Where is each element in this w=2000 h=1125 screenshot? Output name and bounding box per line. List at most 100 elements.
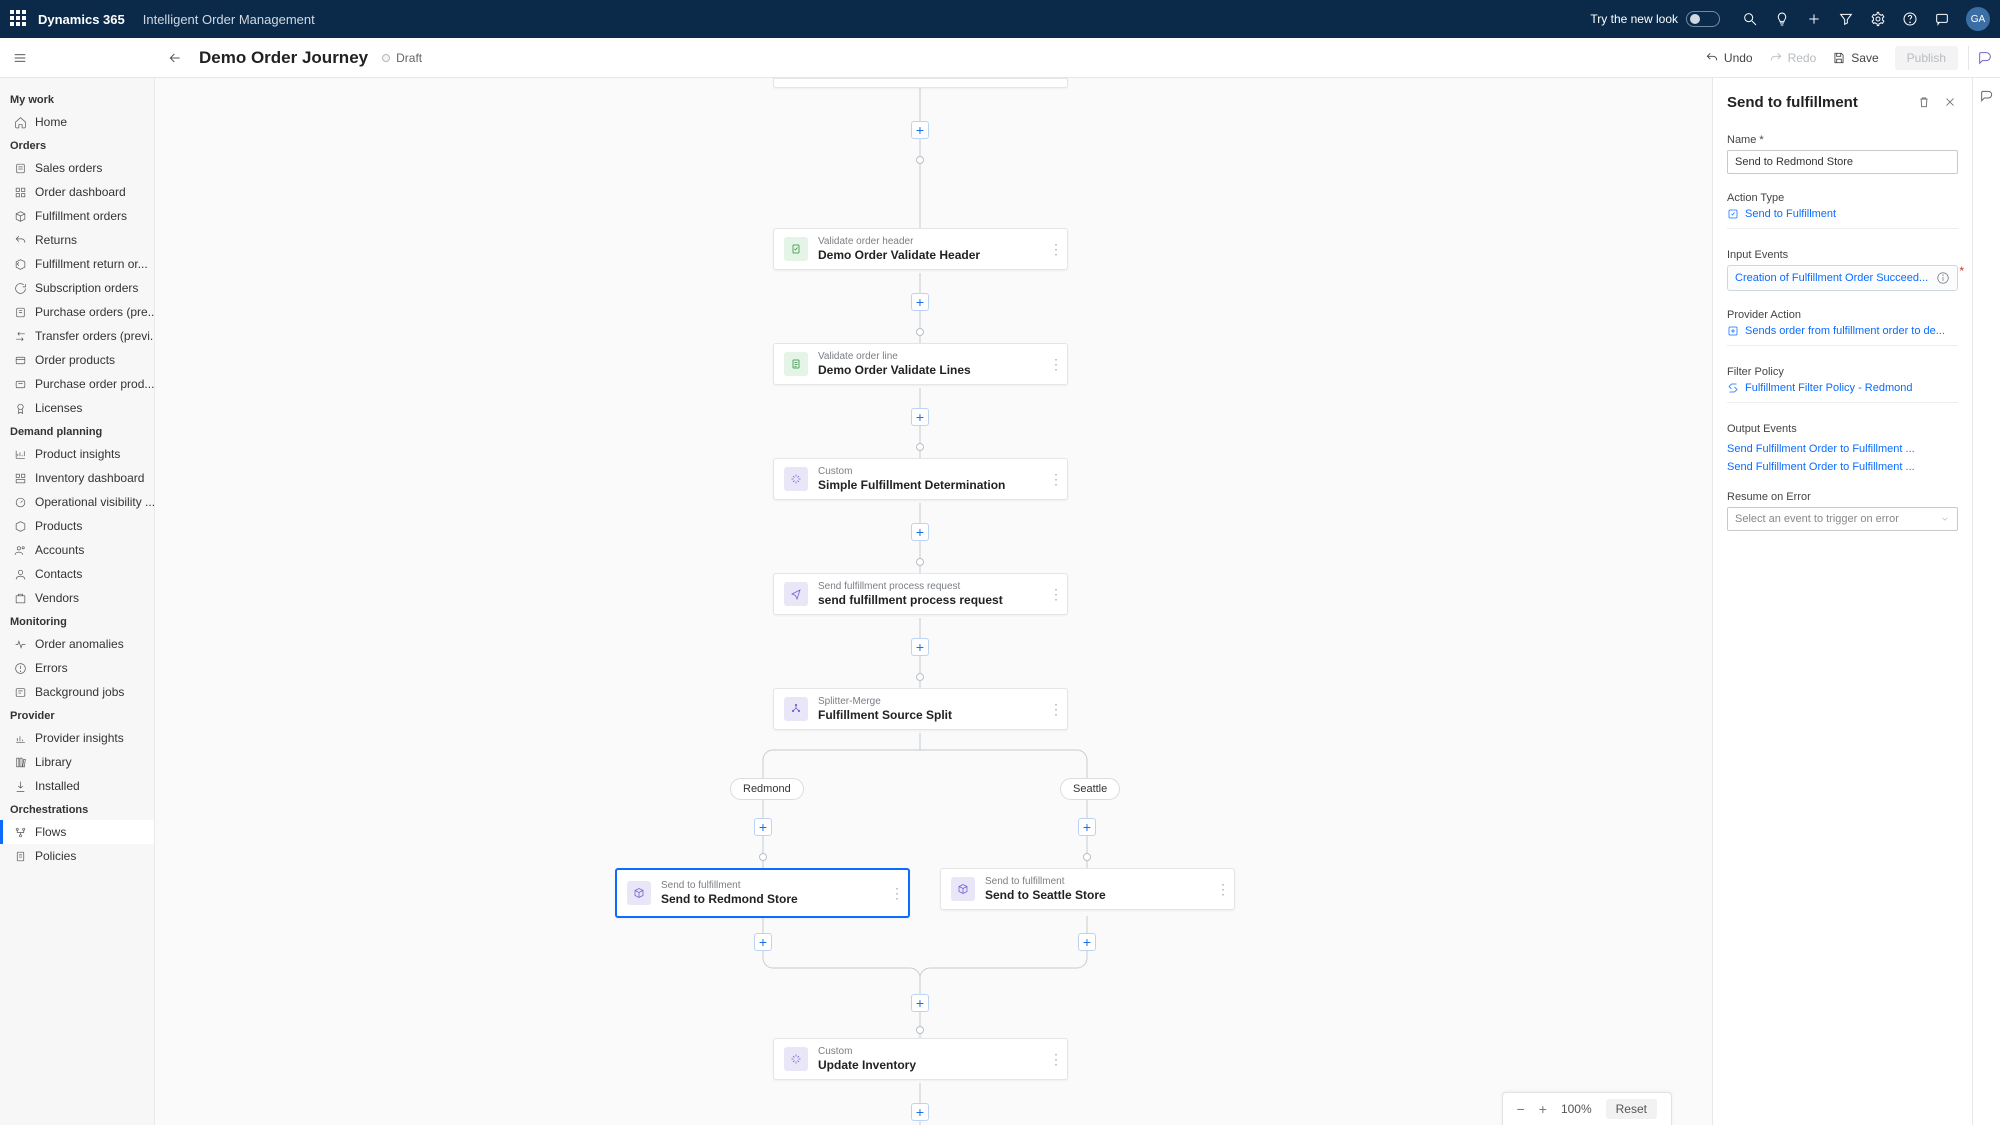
nav-item-order-dashboard[interactable]: Order dashboard [0,180,154,204]
nav-item-home[interactable]: Home [0,110,154,134]
nav-label: Flows [35,825,66,839]
nav-item-fulfillment-return[interactable]: Fulfillment return or... [0,252,154,276]
add-step-icon[interactable]: + [911,408,929,426]
connector-port-icon[interactable] [916,1026,924,1034]
add-step-icon[interactable]: + [911,121,929,139]
copilot-edge-icon[interactable] [1972,78,2000,1125]
nav-item-library[interactable]: Library [0,750,154,774]
flow-node-send-seattle[interactable]: Send to fulfillmentSend to Seattle Store… [940,868,1235,910]
add-step-icon[interactable]: + [911,293,929,311]
flow-node-update-inventory[interactable]: CustomUpdate Inventory ⋮ [773,1038,1068,1080]
flow-node-validate-lines[interactable]: Validate order lineDemo Order Validate L… [773,343,1068,385]
flow-node-partial[interactable] [773,78,1068,88]
nav-item-purchase-orders[interactable]: Purchase orders (pre... [0,300,154,324]
add-step-icon[interactable]: + [754,818,772,836]
resume-select[interactable]: Select an event to trigger on error [1727,507,1958,531]
node-menu-icon[interactable]: ⋮ [1049,701,1067,718]
node-type: Splitter-Merge [818,696,1041,707]
add-step-icon[interactable]: + [911,1103,929,1121]
node-menu-icon[interactable]: ⋮ [1049,586,1067,603]
nav-item-accounts[interactable]: Accounts [0,538,154,562]
output-event-2[interactable]: Send Fulfillment Order to Fulfillment ..… [1727,461,1958,473]
chat-icon[interactable] [1931,8,1953,30]
node-menu-icon[interactable]: ⋮ [1049,1051,1067,1068]
branch-pill-seattle[interactable]: Seattle [1060,778,1120,800]
info-icon[interactable] [1936,271,1950,285]
node-menu-icon[interactable]: ⋮ [1049,241,1067,258]
nav-item-subscription-orders[interactable]: Subscription orders [0,276,154,300]
name-input[interactable] [1727,150,1958,174]
add-step-icon[interactable]: + [911,994,929,1012]
flow-node-send-redmond[interactable]: Send to fulfillmentSend to Redmond Store… [615,868,910,918]
settings-icon[interactable] [1867,8,1889,30]
node-menu-icon[interactable]: ⋮ [1049,356,1067,373]
nav-item-provider-insights[interactable]: Provider insights [0,726,154,750]
nav-item-licenses[interactable]: Licenses [0,396,154,420]
flow-node-splitter[interactable]: Splitter-MergeFulfillment Source Split ⋮ [773,688,1068,730]
output-event-1[interactable]: Send Fulfillment Order to Fulfillment ..… [1727,443,1958,455]
try-new-look-toggle[interactable] [1686,11,1720,27]
zoom-out-button[interactable]: − [1517,1101,1525,1117]
action-type-link[interactable]: Send to Fulfillment [1727,208,1958,220]
help-icon[interactable] [1899,8,1921,30]
nav-label: Products [35,519,82,533]
add-step-icon[interactable]: + [1078,818,1096,836]
connector-port-icon[interactable] [916,558,924,566]
flow-canvas[interactable]: + Validate order headerDemo Order Valida… [155,78,1712,1125]
node-menu-icon[interactable]: ⋮ [1049,471,1067,488]
nav-item-purchase-order-prod[interactable]: Purchase order prod... [0,372,154,396]
connector-port-icon[interactable] [916,673,924,681]
input-event-chip[interactable]: Creation of Fulfillment Order Succeed...… [1727,265,1958,291]
nav-item-flows[interactable]: Flows [0,820,154,844]
node-type: Validate order header [818,236,1041,247]
nav-item-product-insights[interactable]: Product insights [0,442,154,466]
flow-node-send-fulfillment-request[interactable]: Send fulfillment process requestsend ful… [773,573,1068,615]
plus-icon[interactable] [1803,8,1825,30]
node-menu-icon[interactable]: ⋮ [890,885,908,902]
provider-action-link[interactable]: Sends order from fulfillment order to de… [1727,325,1958,337]
connector-port-icon[interactable] [916,328,924,336]
undo-button[interactable]: Undo [1705,51,1753,65]
nav-item-background-jobs[interactable]: Background jobs [0,680,154,704]
user-avatar[interactable]: GA [1966,7,1990,31]
nav-item-returns[interactable]: Returns [0,228,154,252]
nav-collapse-icon[interactable] [0,50,40,66]
nav-item-products[interactable]: Products [0,514,154,538]
connector-port-icon[interactable] [916,443,924,451]
search-icon[interactable] [1739,8,1761,30]
add-step-icon[interactable]: + [911,523,929,541]
add-step-icon[interactable]: + [754,933,772,951]
flow-node-simple-fulfillment[interactable]: CustomSimple Fulfillment Determination ⋮ [773,458,1068,500]
nav-item-order-products[interactable]: Order products [0,348,154,372]
zoom-reset-button[interactable]: Reset [1606,1099,1657,1119]
delete-icon[interactable] [1914,92,1934,112]
node-menu-icon[interactable]: ⋮ [1216,881,1234,898]
flow-node-validate-header[interactable]: Validate order headerDemo Order Validate… [773,228,1068,270]
nav-item-errors[interactable]: Errors [0,656,154,680]
connector-port-icon[interactable] [1083,853,1091,861]
app-launcher-icon[interactable] [10,10,28,28]
filter-policy-link[interactable]: Fulfillment Filter Policy - Redmond [1727,382,1958,394]
connector-port-icon[interactable] [759,853,767,861]
nav-item-vendors[interactable]: Vendors [0,586,154,610]
save-button[interactable]: Save [1832,51,1878,65]
lightbulb-icon[interactable] [1771,8,1793,30]
nav-item-policies[interactable]: Policies [0,844,154,868]
nav-item-sales-orders[interactable]: Sales orders [0,156,154,180]
filter-icon[interactable] [1835,8,1857,30]
copilot-icon[interactable] [1968,46,2000,70]
branch-pill-redmond[interactable]: Redmond [730,778,804,800]
add-step-icon[interactable]: + [911,638,929,656]
nav-item-inventory-dashboard[interactable]: Inventory dashboard [0,466,154,490]
nav-item-installed[interactable]: Installed [0,774,154,798]
close-icon[interactable] [1940,92,1960,112]
back-icon[interactable] [155,50,195,66]
nav-item-fulfillment-orders[interactable]: Fulfillment orders [0,204,154,228]
nav-item-order-anomalies[interactable]: Order anomalies [0,632,154,656]
add-step-icon[interactable]: + [1078,933,1096,951]
nav-item-operational-visibility[interactable]: Operational visibility ... [0,490,154,514]
nav-item-contacts[interactable]: Contacts [0,562,154,586]
nav-item-transfer-orders[interactable]: Transfer orders (previ... [0,324,154,348]
zoom-in-button[interactable]: + [1539,1101,1547,1117]
connector-port-icon[interactable] [916,156,924,164]
